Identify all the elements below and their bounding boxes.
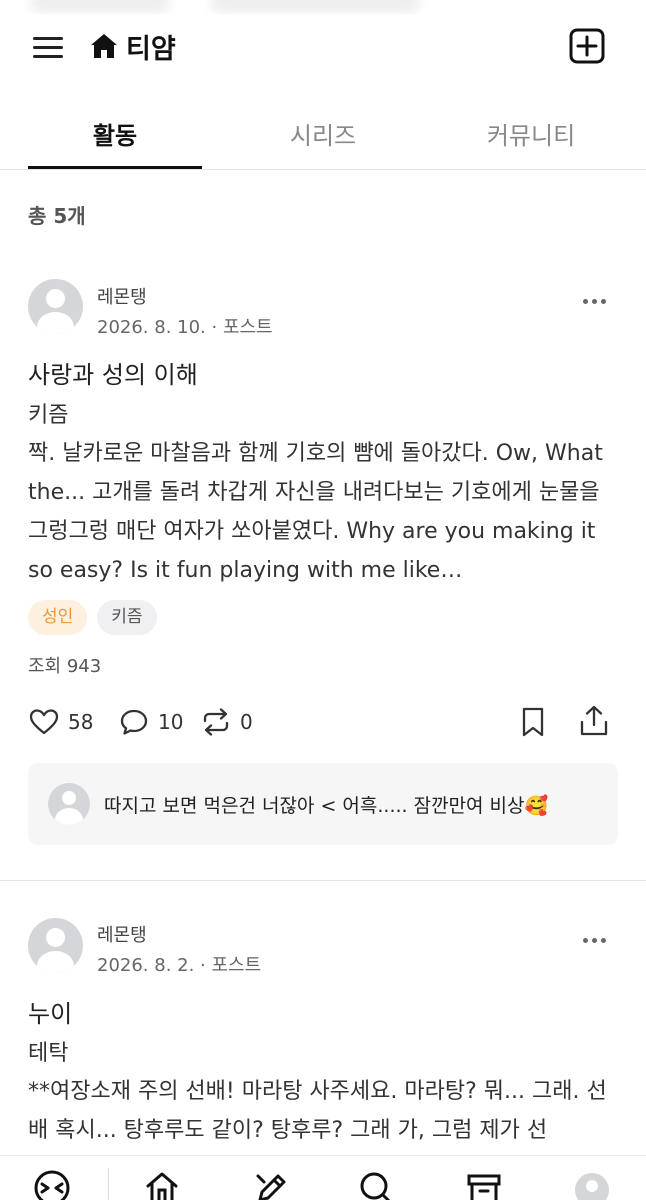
tab-community[interactable]: 커뮤니티 [444, 116, 618, 151]
search-icon[interactable] [356, 1166, 396, 1200]
status-bar [0, 0, 646, 14]
active-tab-indicator [28, 166, 202, 169]
bottom-navigation [0, 1155, 646, 1200]
profile-avatar-icon[interactable] [572, 1166, 612, 1200]
tab-activity[interactable]: 활동 [28, 116, 202, 151]
post-divider [0, 880, 646, 881]
speech-bubble-icon [120, 709, 148, 735]
comment-button[interactable]: 10 [118, 704, 183, 740]
archive-box-icon[interactable] [464, 1166, 504, 1200]
author-avatar[interactable] [28, 918, 83, 973]
comment-count: 10 [158, 710, 184, 734]
commenter-avatar [48, 783, 90, 825]
write-pen-icon[interactable] [250, 1166, 290, 1200]
heart-icon [29, 709, 59, 735]
repost-count: 0 [240, 710, 253, 734]
post-actions: 58 10 0 [28, 704, 618, 740]
home-icon [91, 34, 117, 58]
tag-pairing[interactable]: 키즘 [97, 600, 157, 635]
share-icon[interactable] [577, 704, 611, 738]
author-avatar[interactable] [28, 279, 83, 334]
channel-title: 티얌 [126, 33, 176, 65]
more-options-icon[interactable] [580, 934, 610, 946]
post-title[interactable]: 누이 [28, 994, 72, 1029]
tab-series[interactable]: 시리즈 [236, 116, 410, 151]
tag-list: 성인 키즘 [28, 600, 157, 635]
app-header: 티얌 [0, 14, 646, 80]
nav-separator [108, 1168, 109, 1200]
tab-bar: 활동 시리즈 커뮤니티 [0, 96, 646, 170]
like-button[interactable]: 58 [28, 704, 93, 740]
comment-preview-text: 따지고 보면 먹은건 너잖아 < 어흑..... 잠깐만여 비상🥰 [104, 795, 549, 817]
channel-brand[interactable]: 티얌 [88, 28, 176, 65]
author-name[interactable]: 레몬탱 [97, 283, 147, 309]
post-subtitle: 테탁 [28, 1041, 69, 1066]
post-subtitle: 키즘 [28, 403, 69, 428]
plus-square-icon[interactable] [567, 26, 607, 66]
author-name[interactable]: 레몬탱 [97, 921, 147, 947]
post-meta: 2026. 8. 2. · 포스트 [97, 955, 262, 976]
hamburger-menu-icon[interactable] [30, 32, 66, 62]
repost-button[interactable]: 0 [200, 704, 253, 740]
more-options-icon[interactable] [580, 295, 610, 307]
like-count: 58 [68, 710, 94, 734]
bookmark-icon[interactable] [518, 706, 548, 738]
total-count: 총 5개 [28, 204, 86, 228]
view-count: 조회 943 [28, 656, 102, 677]
tag-adult[interactable]: 성인 [28, 600, 88, 635]
post-meta: 2026. 8. 10. · 포스트 [97, 317, 273, 338]
feed-face-icon[interactable] [32, 1166, 72, 1200]
repost-arrows-icon [203, 708, 229, 736]
post-excerpt[interactable]: **여장소재 주의 선배! 마라탕 사주세요. 마라탕? 뭐... 그래. 선배… [28, 1072, 626, 1150]
post-excerpt[interactable]: 짝. 날카로운 마찰음과 함께 기호의 뺨에 돌아갔다. Ow, What th… [28, 434, 626, 590]
home-icon[interactable] [142, 1166, 182, 1200]
post-title[interactable]: 사랑과 성의 이해 [28, 355, 198, 390]
comment-preview[interactable]: 따지고 보면 먹은건 너잖아 < 어흑..... 잠깐만여 비상🥰 [28, 763, 618, 845]
